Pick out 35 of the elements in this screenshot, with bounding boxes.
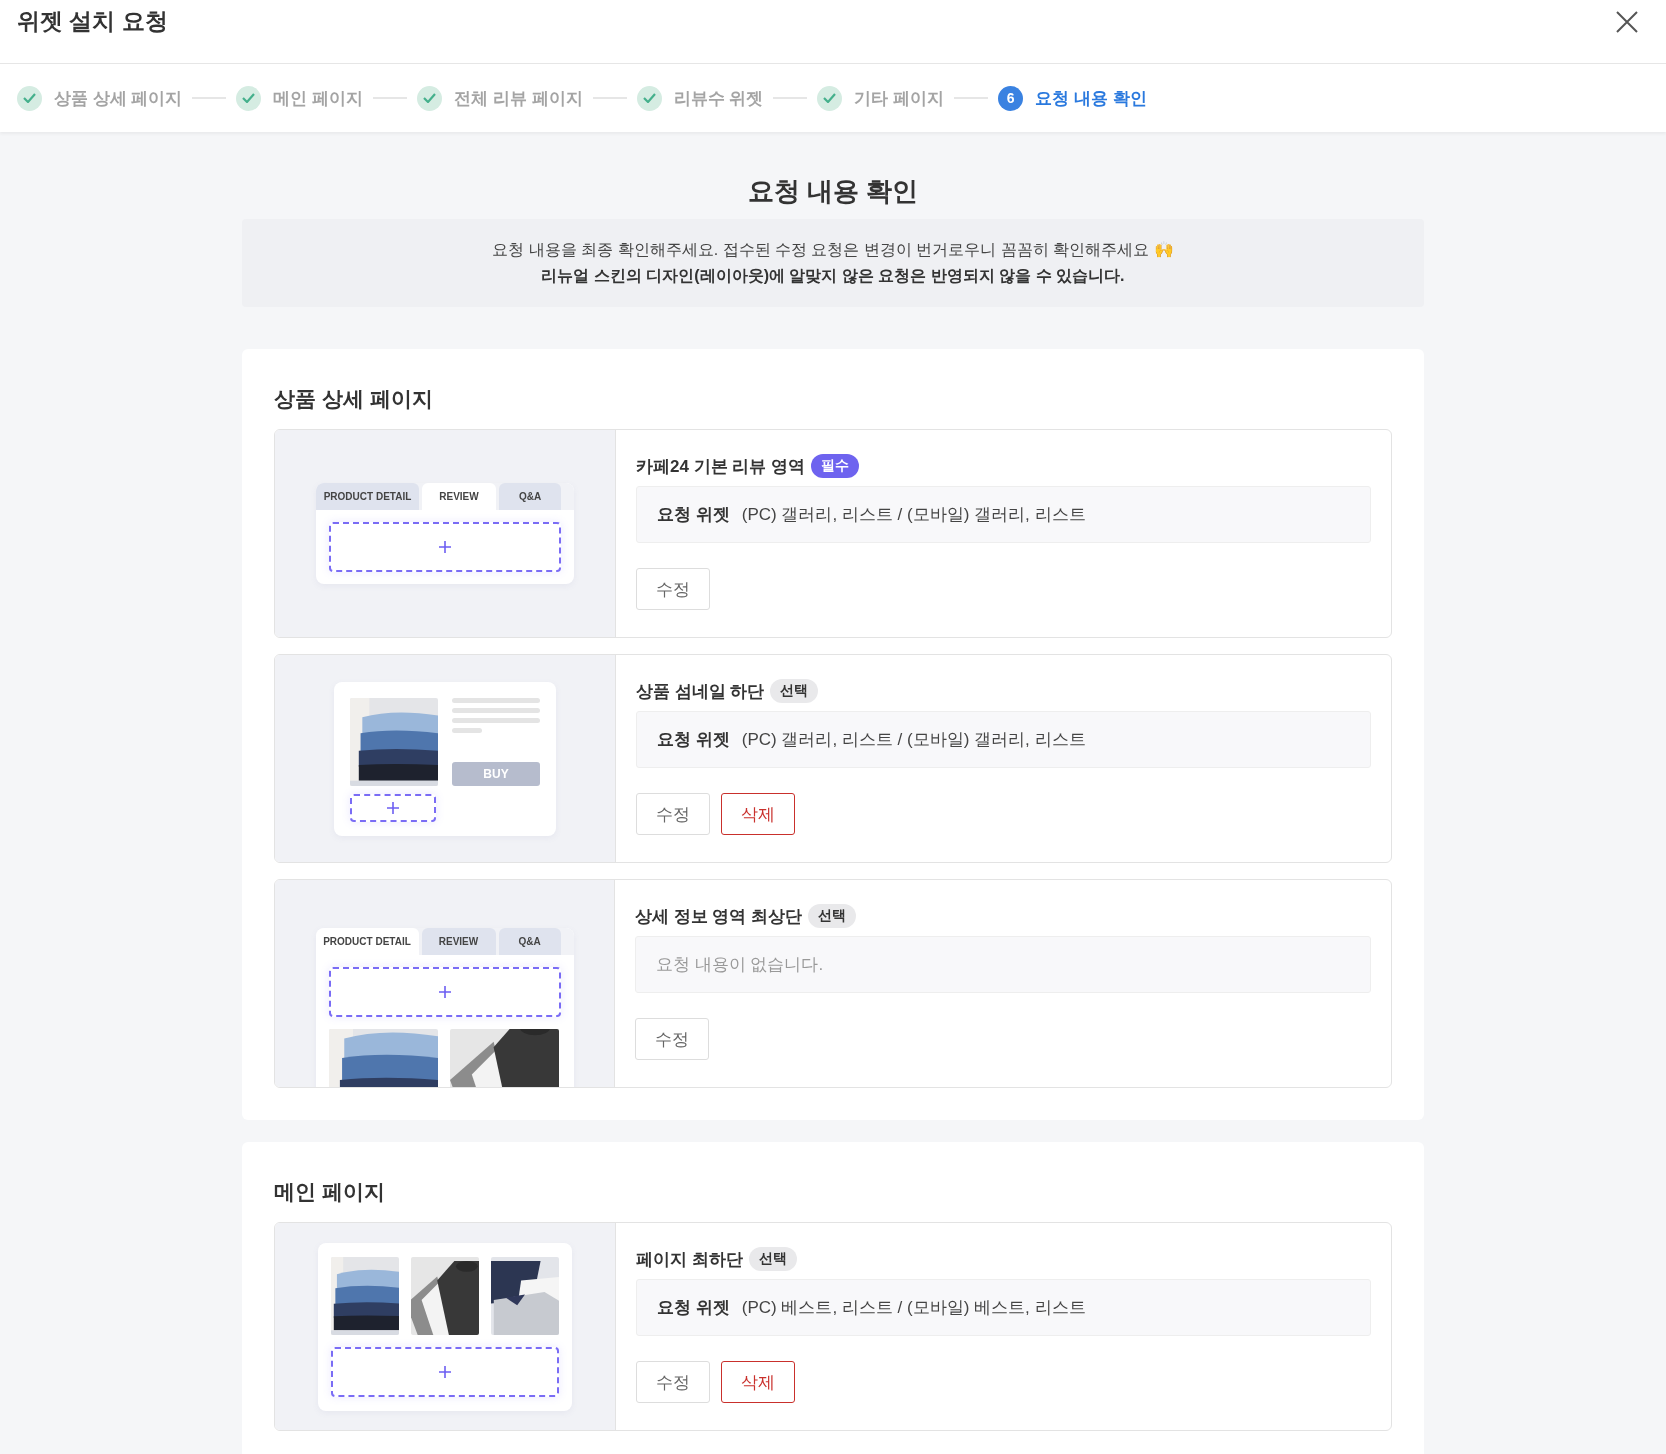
badge: 선택 <box>770 679 819 703</box>
edit-button[interactable]: 수정 <box>636 1361 710 1403</box>
request-label: 요청 위젯 <box>657 729 730 751</box>
close-icon[interactable] <box>1616 10 1638 33</box>
request-label: 요청 위젯 <box>657 1297 730 1319</box>
section-title: 상품 상세 페이지 <box>274 386 434 412</box>
page-title: 요청 내용 확인 <box>746 175 920 208</box>
edit-button[interactable]: 수정 <box>636 793 710 835</box>
edit-button[interactable]: 수정 <box>636 568 710 610</box>
empty-text: 요청 내용이 없습니다. <box>656 954 824 976</box>
text-placeholder-line <box>452 727 482 733</box>
request-label: 요청 위젯 <box>657 504 730 526</box>
delete-button[interactable]: 삭제 <box>721 1361 795 1403</box>
notice-text: 요청 내용을 최종 확인해주세요. 접수된 수정 요청은 변경이 번거로우니 꼼꼼히 확인해주세요 🙌 <box>491 240 1175 260</box>
dialog-title: 위젯 설치 요청 <box>17 7 168 36</box>
step-label[interactable]: 요청 내용 확인 <box>1035 86 1147 110</box>
edit-button[interactable]: 수정 <box>635 1018 709 1060</box>
item-title: 카페24 기본 리뷰 영역 <box>636 455 806 478</box>
request-value: (PC) 갤러리, 리스트 / (모바일) 갤러리, 리스트 <box>741 729 1086 751</box>
plus-icon <box>386 800 400 815</box>
notice-warning: 리뉴얼 스킨의 디자인(레이아웃)에 알맞지 않은 요청은 반영되지 않을 수 있습니다. <box>540 266 1126 286</box>
delete-button[interactable]: 삭제 <box>721 793 795 835</box>
item-title: 상세 정보 영역 최상단 <box>635 905 803 928</box>
plus-icon <box>438 540 452 554</box>
item-title: 페이지 최하단 <box>636 1248 743 1271</box>
badge: 필수 <box>811 454 860 478</box>
plus-icon <box>438 1364 452 1379</box>
step-number: 6 <box>998 85 1024 111</box>
request-value: (PC) 베스트, 리스트 / (모바일) 베스트, 리스트 <box>741 1297 1086 1319</box>
plus-icon <box>437 985 452 999</box>
section-title: 메인 페이지 <box>274 1179 386 1205</box>
badge: 선택 <box>808 904 857 928</box>
request-value: (PC) 갤러리, 리스트 / (모바일) 갤러리, 리스트 <box>741 504 1086 526</box>
item-title: 상품 섬네일 하단 <box>636 680 765 703</box>
badge: 선택 <box>748 1247 797 1271</box>
